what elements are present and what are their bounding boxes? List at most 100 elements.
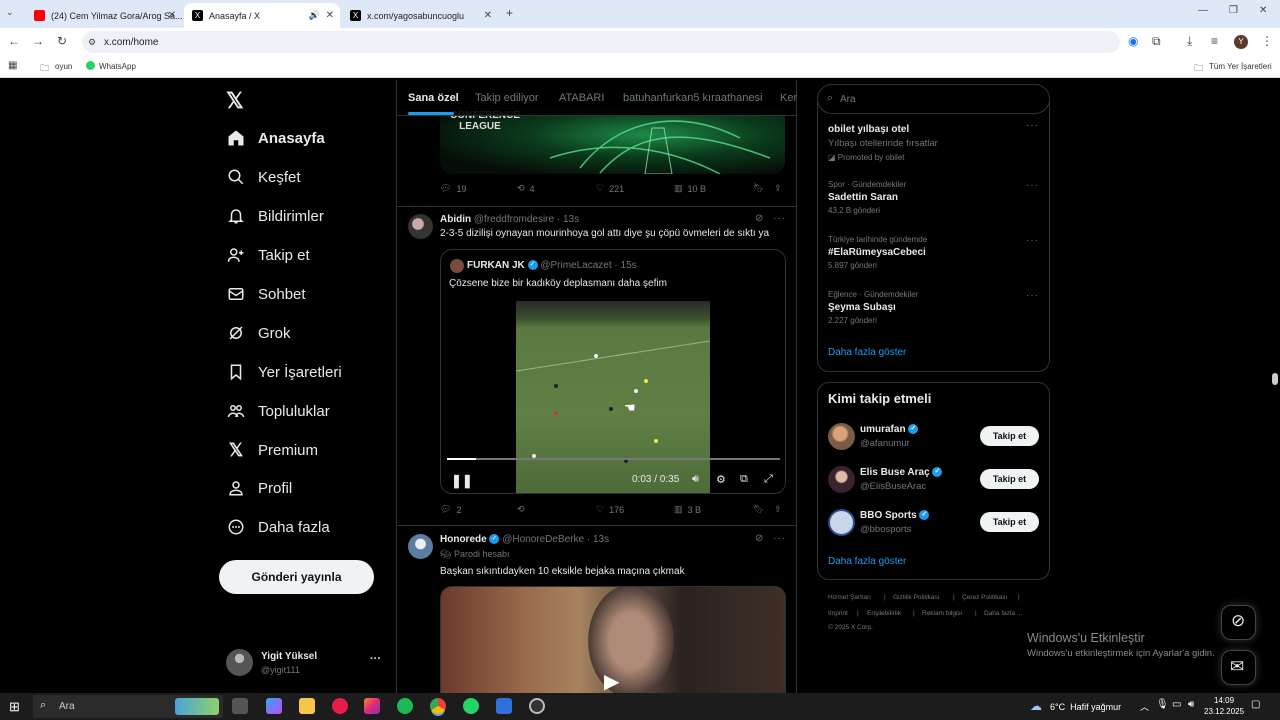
tab-youtube[interactable]: (24) Cem Yilmaz Gora/Arog Sa... ✕ [26, 3, 182, 28]
share-action[interactable]: ⇪ [774, 183, 782, 194]
reply-action[interactable]: 💬︎ 19 [440, 183, 466, 194]
forward-icon[interactable]: → [32, 34, 44, 48]
post-media-video[interactable]: ▶ [440, 586, 786, 693]
nav-notifications[interactable]: Bildirimler [226, 206, 324, 226]
suggestion-avatar[interactable] [828, 509, 855, 536]
taskbar-search[interactable]: ⌕ Ara [33, 695, 223, 718]
video-progress-track[interactable] [447, 458, 780, 460]
chrome-icon[interactable] [430, 698, 446, 714]
repost-action[interactable]: ⟲ 4 [517, 183, 535, 194]
scrollbar-thumb[interactable] [1272, 373, 1278, 385]
bookmark-action[interactable]: 🔖︎ [753, 183, 764, 194]
post-time[interactable]: · 13s [587, 534, 609, 545]
clock-time[interactable]: 14:09 [1214, 696, 1234, 705]
post-media-banner[interactable]: CONFERENCE LEAGUE [440, 108, 785, 174]
clock-date[interactable]: 23.12.2025 [1204, 707, 1244, 716]
footer-link-privacy[interactable]: Gizlilik Politikası [893, 594, 940, 601]
who-to-follow-show-more[interactable]: Daha fazla göster [828, 556, 906, 567]
tab-x-home[interactable]: X Anasayfa / X 🔊 ✕ [184, 3, 340, 28]
tab-batuhanfurkan5[interactable]: batuhanfurkan5 kıraathanesi [623, 92, 762, 104]
puzzle-icon[interactable]: ⧉ [1152, 34, 1161, 49]
tab-ker[interactable]: Ker [780, 92, 797, 104]
play-icon[interactable]: ▶ [604, 669, 619, 693]
settings-icon[interactable]: ⚙ [716, 473, 726, 486]
download-icon[interactable]: ⤓ [1187, 34, 1192, 49]
footer-link-accessibility[interactable]: Erişilebilirlik [867, 610, 901, 617]
weather-text[interactable]: 6°C Hafif yağmur [1050, 702, 1121, 712]
profile-avatar[interactable]: Y [1234, 35, 1248, 49]
tab-for-you[interactable]: Sana özel [408, 92, 459, 104]
bookmark-oyun[interactable]: oyun [55, 62, 72, 71]
author-handle[interactable]: @HonoreDeBerke [502, 534, 584, 545]
site-info-icon[interactable]: ⚙ [88, 37, 96, 48]
nav-communities[interactable]: Topluluklar [226, 401, 330, 421]
more-icon[interactable]: ··· [773, 213, 786, 224]
task-view-icon[interactable] [232, 698, 248, 714]
footer-link-cookies[interactable]: Çerez Politikası [962, 594, 1007, 601]
volume-icon[interactable]: 🔊︎ [1188, 699, 1194, 710]
tab-search-icon[interactable]: ⌄ [6, 7, 14, 18]
footer-link-terms[interactable]: Hizmet Şartları [828, 594, 871, 601]
restore-icon[interactable]: ❐ [1229, 5, 1238, 16]
messages-floating-button[interactable]: ✉ [1221, 650, 1256, 685]
nav-home[interactable]: Anasayfa [226, 128, 325, 148]
footer-link-more[interactable]: Daha fazla ... [984, 610, 1022, 617]
post-avatar[interactable] [408, 214, 433, 239]
views-action[interactable]: ▥ 10 B [674, 183, 706, 194]
nav-bookmarks[interactable]: Yer İşaretleri [226, 362, 342, 382]
nav-profile[interactable]: Profil [226, 478, 292, 498]
more-icon[interactable]: ··· [1026, 235, 1039, 246]
x-logo-icon[interactable]: 𝕏 [226, 88, 244, 114]
spotify-icon[interactable] [397, 698, 413, 714]
trend-item[interactable]: Spor · Gündemdekiler Sadettin Saran 43,2… [828, 180, 906, 215]
post-time[interactable]: · 13s [557, 214, 579, 225]
menu-icon[interactable]: ⋮ [1261, 34, 1273, 48]
close-icon[interactable]: ✕ [326, 10, 334, 21]
windows-start-icon[interactable]: ⊞ [9, 699, 20, 715]
window-close-icon[interactable]: ✕ [1259, 5, 1267, 16]
author-handle[interactable]: @freddfromdesire [474, 214, 554, 225]
bookmark-action[interactable]: 🔖︎ [753, 504, 764, 515]
fullscreen-icon[interactable]: ⤢ [764, 473, 773, 486]
reply-action[interactable]: 💬︎ 2 [440, 504, 461, 515]
trends-show-more[interactable]: Daha fazla göster [828, 347, 906, 358]
author-name[interactable]: Abidin [440, 214, 471, 225]
whatsapp-icon[interactable] [463, 698, 479, 714]
apps-icon[interactable]: ▦ [8, 60, 17, 71]
url-field[interactable]: ⚙ x.com/home [82, 31, 1120, 53]
instagram-icon[interactable] [364, 698, 380, 714]
security-icon[interactable] [496, 698, 512, 714]
suggestion-name[interactable]: Elis Buse Araç ✓ [860, 467, 943, 478]
nav-grok[interactable]: Grok [226, 323, 291, 343]
back-icon[interactable]: ← [8, 34, 20, 48]
account-switcher[interactable]: Yigit Yüksel @yigit111 ··· [226, 649, 386, 677]
more-icon[interactable]: ··· [1026, 180, 1039, 191]
trend-item[interactable]: obilet yılbaşı otel Yılbaşı otellerinde … [828, 121, 1038, 162]
more-icon[interactable]: ··· [773, 533, 786, 544]
all-bookmarks[interactable]: Tüm Yer İşaretleri [1209, 62, 1272, 71]
post-button[interactable]: Gönderi yayınla [219, 560, 374, 594]
post-avatar[interactable] [408, 534, 433, 559]
minimize-icon[interactable]: — [1198, 5, 1208, 16]
app-icon[interactable] [529, 698, 545, 714]
notifications-icon[interactable]: ▢ [1251, 699, 1260, 710]
follow-button[interactable]: Takip et [980, 426, 1039, 446]
trend-item[interactable]: Eğlence · Gündemdekiler Şeyma Subaşı 2.2… [828, 290, 918, 325]
tab-following[interactable]: Takip ediliyor [475, 92, 539, 104]
follow-button[interactable]: Takip et [980, 469, 1039, 489]
close-icon[interactable]: ✕ [484, 10, 492, 21]
video-player[interactable]: ❚❚ 0:03 / 0:35 🔊︎ ⚙ ⧉ ⤢ [441, 301, 785, 493]
speaker-icon[interactable]: 🔊 [309, 10, 320, 21]
file-explorer-icon[interactable] [299, 698, 315, 714]
tab-atabari[interactable]: ATABARI [559, 92, 604, 104]
pip-icon[interactable]: ⧉ [740, 473, 748, 486]
share-action[interactable]: ⇪ [774, 504, 782, 515]
new-tab-icon[interactable]: + [506, 6, 513, 20]
reload-icon[interactable]: ↻ [57, 34, 67, 48]
extension-icon[interactable]: ◉ [1128, 34, 1138, 48]
views-action[interactable]: ▥ 3 B [674, 504, 701, 515]
nav-more[interactable]: Daha fazla [226, 517, 330, 537]
grok-floating-button[interactable]: ⊘ [1221, 605, 1256, 640]
suggestion-avatar[interactable] [828, 466, 855, 493]
repost-action[interactable]: ⟲ [517, 504, 525, 515]
